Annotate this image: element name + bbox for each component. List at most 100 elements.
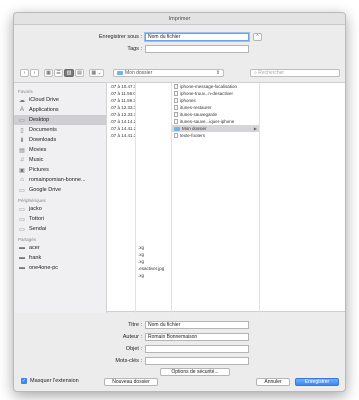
sidebar-item-label: Documents — [29, 127, 57, 133]
column-3-item[interactable]: iphones — [172, 97, 259, 104]
print-save-dialog: Imprimer Enregistrer sous : Nom du fichi… — [13, 12, 346, 392]
search-field[interactable]: ⌕ Rechercher — [250, 69, 340, 77]
back-button[interactable]: ‹ — [20, 69, 29, 77]
grid-icon: ▦ — [46, 70, 51, 76]
sidebar-item[interactable]: ♫ Music — [14, 155, 106, 165]
column-1-item[interactable]: .07 à 14.41.38 — [108, 132, 135, 139]
sidebar-item[interactable]: ⬇ Downloads — [14, 135, 106, 145]
column-2-item[interactable] — [136, 90, 171, 97]
expand-dialog-button[interactable]: ⌃ — [253, 33, 262, 41]
column-1-item[interactable]: .07 à 11.59.31 — [108, 97, 135, 104]
browser-toolbar: ‹ › ▦ ☰ ▥ ▤ ▦ ⌄ Mon dossier ⇕ ⌕ Recherch… — [14, 66, 345, 79]
sidebar-item[interactable]: ⌂ romainpomian-bonne... — [14, 175, 106, 185]
sidebar-item[interactable]: ▭ jacko — [14, 204, 106, 214]
column-2-item[interactable] — [136, 153, 171, 160]
view-icons-button[interactable]: ▦ — [44, 69, 53, 77]
sidebar-item[interactable]: ▭ Tottori — [14, 214, 106, 224]
column-3-item[interactable]: Mon dossier ▶ — [172, 125, 259, 132]
view-coverflow-button[interactable]: ▤ — [75, 69, 84, 77]
column-1-item[interactable]: .07 à 14.14.28 — [108, 118, 135, 125]
column-3-item[interactable]: itunes-sauvegarde — [172, 111, 259, 118]
view-list-button[interactable]: ☰ — [54, 69, 63, 77]
sidebar-item-label: jacko — [29, 206, 42, 212]
column-3-item-label: Mon dossier — [182, 126, 207, 131]
forward-button[interactable]: › — [30, 69, 39, 77]
sidebar-item[interactable]: ▭ Sendai — [14, 224, 106, 234]
sidebar-item[interactable]: ▬ frank — [14, 253, 106, 263]
sidebar-item[interactable]: ▭ Desktop — [14, 115, 106, 125]
list-icon: ☰ — [56, 70, 61, 76]
column-2-item[interactable]: .xg — [136, 272, 171, 279]
column-1-item[interactable]: .07 à 11.59.05 — [108, 90, 135, 97]
sidebar-item[interactable]: ▬ acer — [14, 243, 106, 253]
keywords-input[interactable] — [145, 357, 249, 365]
search-icon: ⌕ — [254, 70, 257, 76]
sidebar-item-label: acer — [29, 245, 40, 251]
hide-extension-checkbox[interactable]: ✓ — [21, 378, 27, 384]
column-2-item[interactable]: .esactiver.jpg — [136, 265, 171, 272]
author-input[interactable]: Romain Bonnemaison — [145, 333, 249, 341]
column-2-item[interactable] — [136, 181, 171, 188]
column-3-item[interactable]: iphone-trouv...n-desactiver — [172, 90, 259, 97]
document-icon — [174, 112, 178, 118]
column-3-item[interactable]: itunes-restaurer — [172, 104, 259, 111]
column-2-item[interactable] — [136, 174, 171, 181]
subject-input[interactable] — [145, 345, 249, 353]
column-2-item[interactable] — [136, 216, 171, 223]
new-folder-button[interactable]: Nouveau dossier — [104, 378, 158, 386]
column-2-item[interactable] — [136, 111, 171, 118]
column-2-item[interactable] — [136, 223, 171, 230]
column-2-item[interactable]: .xg — [136, 258, 171, 265]
column-2-item[interactable] — [136, 202, 171, 209]
column-2-item[interactable] — [136, 118, 171, 125]
column-3-item[interactable]: texte-footers — [172, 132, 259, 139]
computer-icon: ▬ — [19, 265, 25, 271]
column-1-item[interactable]: .07 à 12.33.10 — [108, 104, 135, 111]
column-2-item[interactable] — [136, 97, 171, 104]
column-2-item[interactable] — [136, 167, 171, 174]
sidebar-item[interactable]: ▯ Documents — [14, 125, 106, 135]
save-as-input[interactable]: Nom du fichier — [145, 33, 249, 41]
location-label: Mon dossier — [125, 70, 153, 76]
column-1-item[interactable]: .07 à 10.47.18 — [108, 83, 135, 90]
sidebar-item[interactable]: ☁ iCloud Drive — [14, 95, 106, 105]
sidebar-item-label: Desktop — [29, 117, 50, 123]
drive-icon: ▭ — [19, 216, 25, 223]
column-2-item[interactable] — [136, 209, 171, 216]
column-2-item[interactable] — [136, 132, 171, 139]
location-popup[interactable]: Mon dossier ⇕ — [113, 69, 224, 77]
document-icon — [174, 91, 178, 97]
tags-input[interactable] — [145, 45, 249, 53]
column-2-item[interactable]: .xg — [136, 244, 171, 251]
column-2-item[interactable] — [136, 188, 171, 195]
sidebar-item[interactable]: A Applications — [14, 105, 106, 115]
sidebar-item[interactable]: ▭ Google Drive — [14, 185, 106, 195]
column-3-item[interactable]: iphone-message-localisation — [172, 83, 259, 90]
column-2-item[interactable] — [136, 160, 171, 167]
security-options-button[interactable]: Options de sécurité... — [160, 368, 230, 376]
column-2-item[interactable] — [136, 237, 171, 244]
column-3-item[interactable]: itunes-sauve...iquer-iphone — [172, 118, 259, 125]
column-2-item[interactable]: .xg — [136, 251, 171, 258]
sidebar-item[interactable]: ▣ Pictures — [14, 165, 106, 175]
save-button[interactable]: Enregistrer — [295, 378, 339, 386]
column-2-item[interactable] — [136, 230, 171, 237]
column-1-item[interactable]: .07 à 12.33.12 — [108, 111, 135, 118]
view-columns-button[interactable]: ▥ — [64, 69, 74, 77]
arrange-button[interactable]: ▦ ⌄ — [89, 69, 104, 77]
column-2-item[interactable] — [136, 139, 171, 146]
cancel-button[interactable]: Annuler — [256, 378, 290, 386]
column-1-item[interactable]: .07 à 14.41.27 — [108, 125, 135, 132]
column-2-item[interactable] — [136, 195, 171, 202]
column-2-item[interactable] — [136, 146, 171, 153]
bottom-bar: ✓ Masquer l'extension Nouveau dossier An… — [14, 376, 345, 391]
sidebar-item[interactable]: ▤ Movies — [14, 145, 106, 155]
column-2-item[interactable] — [136, 104, 171, 111]
column-2-item[interactable] — [136, 125, 171, 132]
sidebar-item[interactable]: ▬ one4one-pc — [14, 263, 106, 273]
column-2-item[interactable] — [136, 83, 171, 90]
drive-icon: ▭ — [19, 206, 25, 213]
chevron-left-icon: ‹ — [23, 70, 26, 76]
title-input[interactable]: Nom du fichier — [145, 321, 249, 329]
tags-row: Tags : — [54, 45, 314, 53]
